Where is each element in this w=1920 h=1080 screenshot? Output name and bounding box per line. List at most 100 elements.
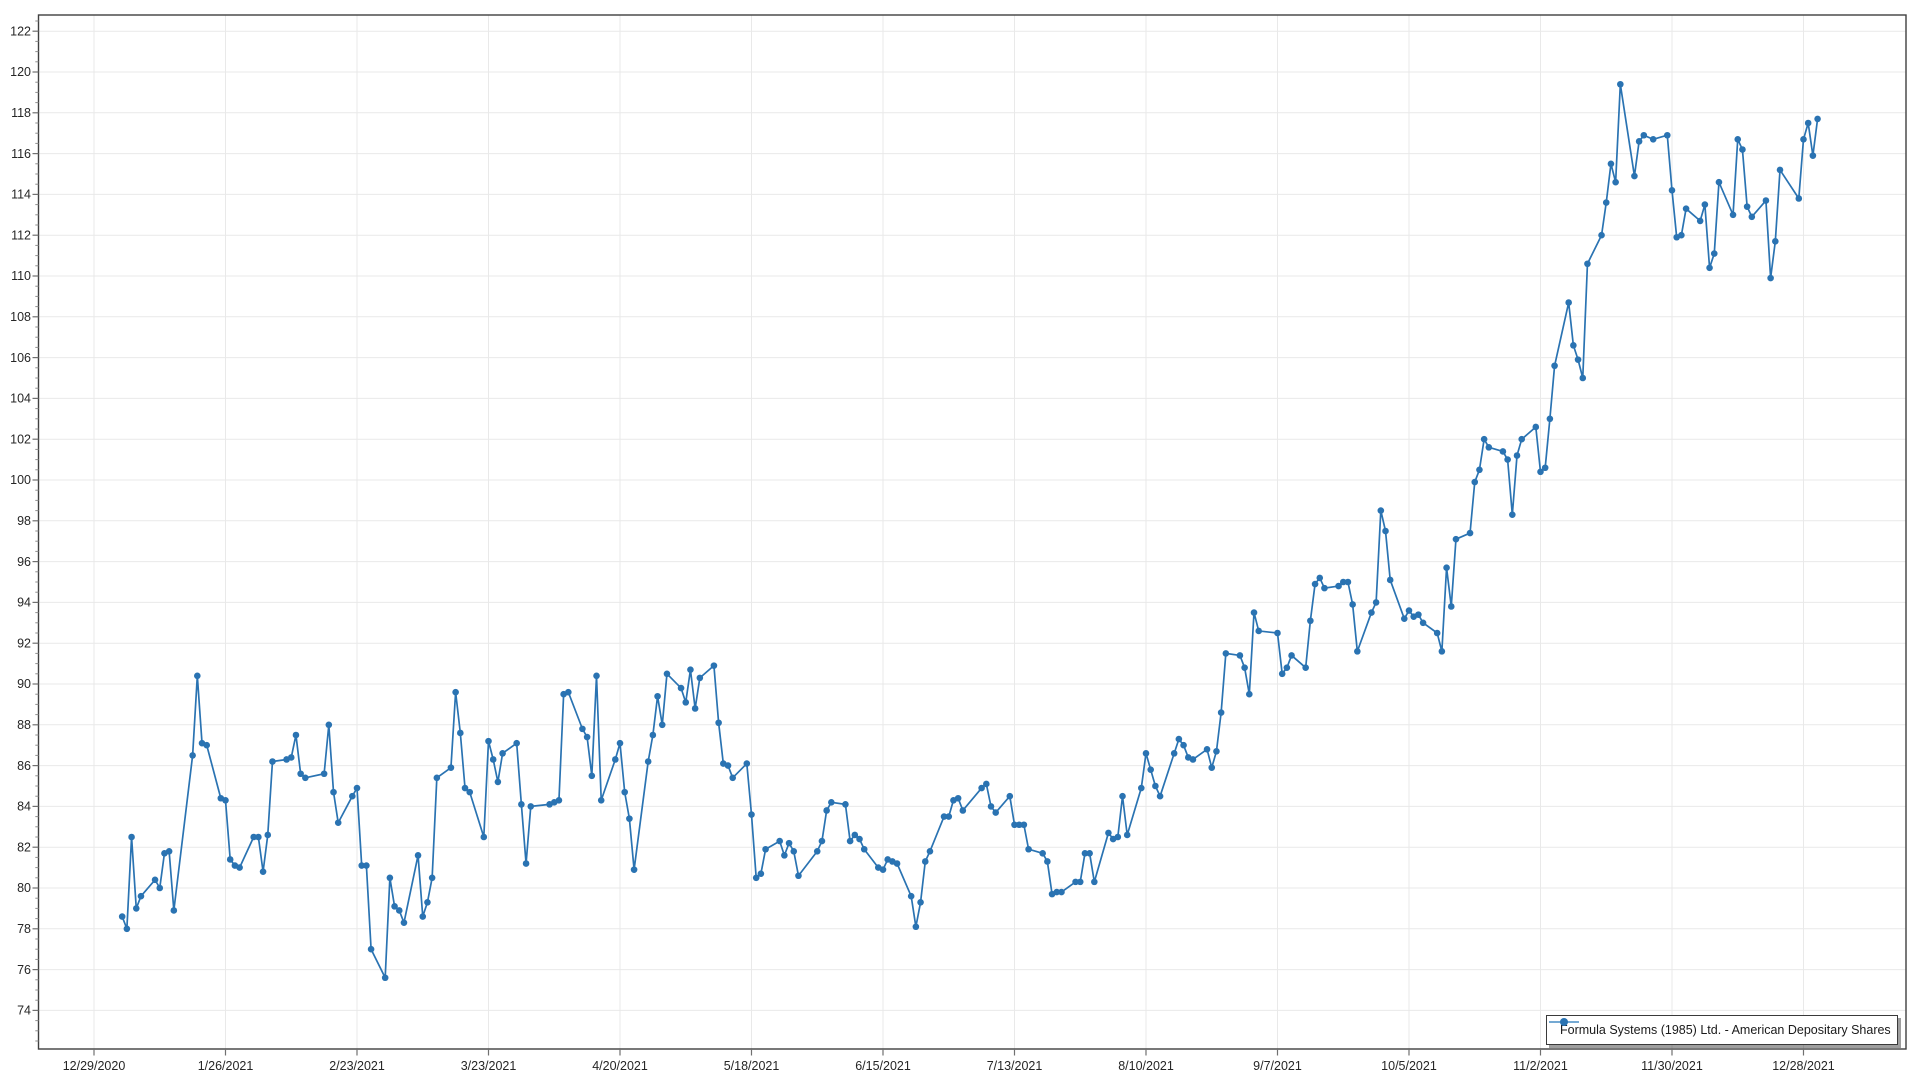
data-point-marker (1547, 416, 1554, 423)
data-point-marker (1039, 850, 1046, 857)
data-point-marker (401, 919, 408, 926)
y-axis-tick-label: 80 (17, 881, 31, 895)
data-point-marker (1401, 615, 1408, 622)
x-axis-tick-label: 11/2/2021 (1513, 1059, 1568, 1073)
data-point-marker (1180, 742, 1187, 749)
data-point-marker (1702, 201, 1709, 208)
data-point-marker (1316, 575, 1323, 582)
data-point-marker (650, 732, 657, 739)
data-point-marker (1368, 609, 1375, 616)
data-point-marker (434, 775, 441, 782)
data-point-marker (1321, 585, 1328, 592)
data-point-marker (847, 838, 854, 845)
y-axis-tick-label: 104 (10, 392, 31, 406)
data-point-marker (1448, 603, 1455, 610)
data-point-marker (1288, 652, 1295, 659)
data-point-marker (913, 923, 920, 930)
data-point-marker (1415, 611, 1422, 618)
data-point-marker (1124, 832, 1131, 839)
x-axis-tick-label: 6/15/2021 (855, 1059, 911, 1073)
data-point-marker (1241, 664, 1248, 671)
data-point-marker (1312, 581, 1319, 588)
legend-box: Formula Systems (1985) Ltd. - American D… (1546, 1015, 1898, 1045)
data-point-marker (678, 685, 685, 692)
y-axis-tick-label: 88 (17, 718, 31, 732)
data-point-marker (452, 689, 459, 696)
data-point-marker (1434, 630, 1441, 637)
y-axis-tick-label: 106 (10, 351, 31, 365)
data-point-marker (960, 807, 967, 814)
data-point-marker (1237, 652, 1244, 659)
data-point-marker (1650, 136, 1657, 143)
data-point-marker (1406, 607, 1413, 614)
data-point-marker (236, 864, 243, 871)
data-point-marker (1509, 511, 1516, 518)
price-line-series (122, 84, 1817, 978)
data-point-marker (664, 671, 671, 678)
data-point-marker (1152, 783, 1159, 790)
data-point-marker (1800, 136, 1807, 143)
data-point-marker (1373, 599, 1380, 606)
data-point-marker (128, 834, 135, 841)
data-point-marker (1551, 362, 1558, 369)
data-point-marker (1171, 750, 1178, 757)
data-point-marker (1584, 260, 1591, 267)
y-axis-tick-label: 122 (10, 24, 31, 38)
y-axis-tick-label: 100 (10, 473, 31, 487)
data-point-marker (1514, 452, 1521, 459)
data-point-marker (1218, 709, 1225, 716)
data-point-marker (790, 848, 797, 855)
data-point-marker (424, 899, 431, 906)
data-point-marker (255, 834, 262, 841)
data-point-marker (697, 675, 704, 682)
data-point-marker (1345, 579, 1352, 586)
data-point-marker (715, 719, 722, 726)
data-point-marker (124, 926, 131, 933)
data-point-marker (1147, 766, 1154, 773)
data-point-marker (687, 666, 694, 673)
y-axis-tick-label: 94 (17, 596, 31, 610)
data-point-marker (1636, 138, 1643, 145)
x-axis: 12/29/20201/26/20212/23/20213/23/20214/2… (63, 1049, 1835, 1073)
data-point-marker (645, 758, 652, 765)
price-chart[interactable]: 7476788082848688909294969810010210410610… (0, 0, 1920, 1080)
y-axis-tick-label: 112 (11, 228, 31, 242)
data-point-marker (631, 866, 638, 873)
data-point-marker (457, 730, 464, 737)
data-point-marker (448, 764, 455, 771)
data-point-marker (227, 856, 234, 863)
data-point-marker (1767, 275, 1774, 282)
data-point-marker (527, 803, 534, 810)
y-axis-tick-label: 108 (10, 310, 31, 324)
data-point-marker (1565, 299, 1572, 306)
data-point-marker (1006, 793, 1013, 800)
x-axis-tick-label: 1/26/2021 (198, 1059, 254, 1073)
data-point-marker (1608, 161, 1615, 168)
x-axis-tick-label: 10/5/2021 (1381, 1059, 1437, 1073)
data-point-marker (1716, 179, 1723, 186)
x-axis-tick-label: 4/20/2021 (592, 1059, 648, 1073)
chart-window: 7476788082848688909294969810010210410610… (0, 0, 1920, 1080)
data-point-marker (499, 750, 506, 757)
data-point-marker (260, 868, 267, 875)
data-point-marker (1467, 530, 1474, 537)
data-point-marker (1378, 507, 1385, 514)
data-point-marker (795, 872, 802, 879)
data-point-marker (579, 726, 586, 733)
data-point-marker (556, 797, 563, 804)
data-point-marker (1641, 132, 1648, 139)
data-point-marker (983, 781, 990, 788)
data-point-marker (1119, 793, 1126, 800)
data-point-marker (1354, 648, 1361, 655)
data-point-marker (156, 885, 163, 892)
data-point-marker (589, 773, 596, 780)
data-point-marker (485, 738, 492, 745)
y-axis-tick-label: 110 (11, 269, 31, 283)
data-point-marker (396, 907, 403, 914)
data-point-marker (819, 838, 826, 845)
data-point-marker (1143, 750, 1150, 757)
plot-border (39, 15, 1907, 1049)
data-point-marker (1255, 628, 1262, 635)
data-point-marker (992, 809, 999, 816)
data-point-marker (762, 846, 769, 853)
